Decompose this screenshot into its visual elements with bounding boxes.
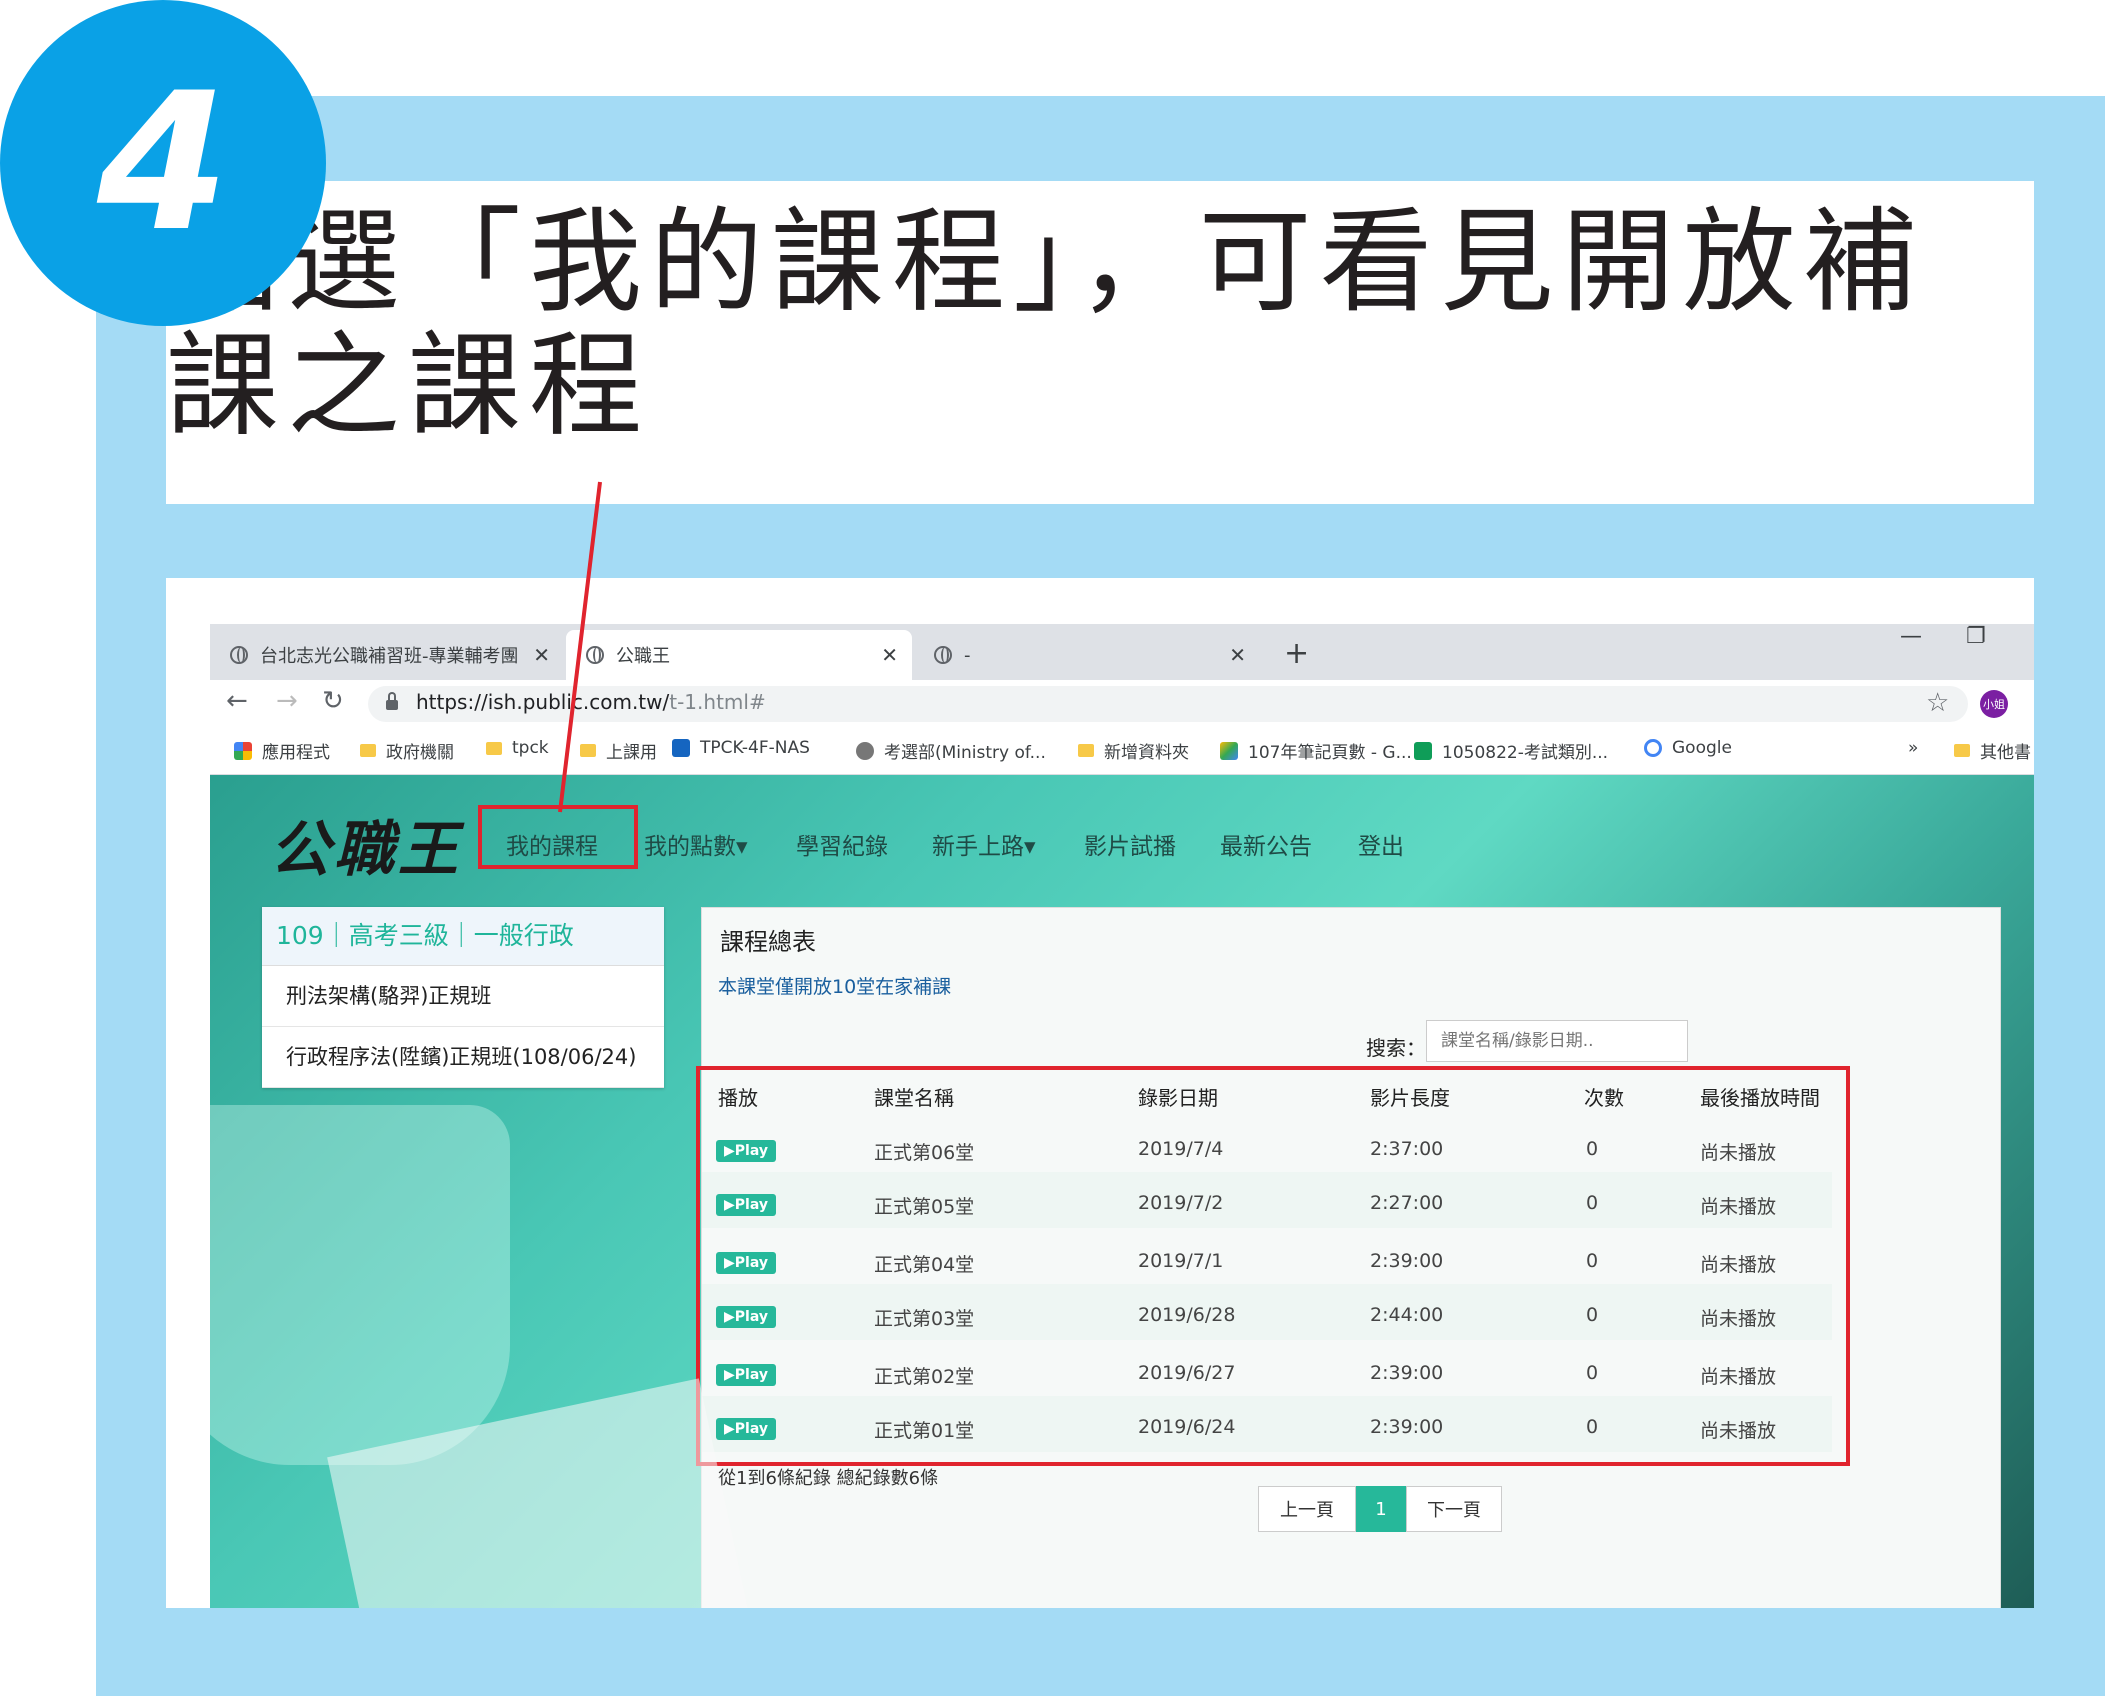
nav-my-points[interactable]: 我的點數▾ [644, 827, 748, 861]
sidebar-header: 109｜高考三級｜一般行政 [262, 907, 664, 966]
browser-tab-2[interactable]: 公職王 ✕ [566, 630, 912, 680]
site-page: 公職王 我的課程 我的點數▾ 學習紀錄 新手上路▾ 影片試播 最新公告 登出 1… [210, 775, 2034, 1608]
google-icon [1644, 739, 1662, 757]
google-drive-icon [1220, 741, 1238, 760]
bookmark-folder[interactable]: 政府機關 [360, 738, 454, 763]
bookmark-folder[interactable]: tpck [486, 738, 549, 758]
current-page-button[interactable]: 1 [1356, 1486, 1406, 1532]
close-tab-icon[interactable]: ✕ [533, 643, 550, 667]
sidebar-course-item[interactable]: 刑法架構(駱羿)正規班 [262, 966, 664, 1027]
step-number: 4 [96, 52, 230, 273]
folder-icon [580, 744, 596, 757]
nav-latest-news[interactable]: 最新公告 [1220, 827, 1312, 861]
folder-icon [486, 741, 502, 755]
records-info: 從1到6條紀錄 總紀錄數6條 [718, 1468, 939, 1489]
highlight-my-courses [478, 805, 638, 869]
course-panel: 課程總表 本課堂僅開放10堂在家補課 搜索： 播放 課堂名稱 錄影日期 影片長度… [696, 907, 2001, 1608]
nav-logout[interactable]: 登出 [1358, 827, 1404, 861]
minimize-icon[interactable]: — [1900, 624, 1922, 649]
instruction-line-1: 點選「我的課程」，可看見開放補 [166, 196, 1925, 328]
bookmark-nas[interactable]: TPCK-4F-NAS [672, 738, 810, 758]
browser-tab-1[interactable]: 台北志光公職補習班-專業輔考團 ✕ [210, 630, 564, 680]
url-text[interactable]: https://ish.public.com.tw/t-1.html# [416, 690, 766, 714]
next-page-button[interactable]: 下一頁 [1406, 1486, 1502, 1532]
globe-icon [230, 646, 248, 664]
globe-icon [934, 646, 952, 664]
prev-page-button[interactable]: 上一頁 [1258, 1486, 1356, 1532]
nav-video-trial[interactable]: 影片試播 [1084, 827, 1176, 861]
search-input[interactable] [1426, 1020, 1688, 1062]
new-tab-icon[interactable]: + [1284, 636, 1309, 671]
back-icon[interactable]: ← [226, 686, 248, 716]
tab-title: 公職王 [616, 646, 670, 667]
screenshot-panel: 台北志光公職補習班-專業輔考團 ✕ 公職王 ✕ - ✕ + — ❐ ← → ↻ … [166, 578, 2034, 1608]
nas-icon [672, 739, 690, 757]
ministry-icon [856, 741, 874, 760]
tab-strip: 台北志光公職補習班-專業輔考團 ✕ 公職王 ✕ - ✕ [210, 624, 2034, 680]
bookmark-google[interactable]: Google [1644, 738, 1732, 758]
apps-grid-icon [234, 741, 252, 760]
instruction-text: 點選「我的課程」，可看見開放補 課之課程 [166, 200, 2006, 448]
profile-avatar[interactable]: 小姐 [1980, 690, 2008, 718]
highlight-course-table [696, 1066, 1850, 1466]
bookmark-star-icon[interactable]: ☆ [1926, 688, 1949, 718]
bookmark-ministry[interactable]: 考選部(Ministry of... [856, 738, 1046, 763]
instruction-line-2: 課之課程 [166, 320, 650, 452]
globe-icon [586, 646, 604, 664]
folder-icon [1078, 744, 1094, 757]
bookmark-folder[interactable]: 新增資料夾 [1078, 738, 1189, 763]
bookmark-drive[interactable]: 107年筆記頁數 - G... [1220, 738, 1412, 763]
bookmark-apps[interactable]: 應用程式 [234, 738, 330, 763]
panel-title: 課程總表 [720, 928, 816, 956]
nav-getting-started[interactable]: 新手上路▾ [932, 827, 1036, 861]
tab-title: 台北志光公職補習班-專業輔考團 [260, 646, 519, 667]
course-sidebar: 109｜高考三級｜一般行政 刑法架構(駱羿)正規班 行政程序法(陞鑌)正規班(1… [262, 907, 664, 1088]
reload-icon[interactable]: ↻ [322, 686, 344, 716]
restore-icon[interactable]: ❐ [1966, 624, 1986, 649]
tab-title: - [964, 644, 971, 666]
site-logo[interactable]: 公職王 [270, 801, 462, 888]
more-chevron-icon: » [1908, 738, 1919, 758]
folder-icon [1954, 744, 1970, 757]
bookmark-sheets[interactable]: 1050822-考試類別... [1414, 738, 1608, 763]
google-sheets-icon [1414, 741, 1432, 760]
forward-icon[interactable]: → [276, 686, 298, 716]
bookmarks-overflow[interactable]: » [1908, 738, 1918, 758]
lock-icon [386, 692, 398, 710]
search-label: 搜索： [1366, 1036, 1426, 1060]
bookmark-folder[interactable]: 上課用 [580, 738, 657, 763]
close-tab-icon[interactable]: ✕ [1229, 643, 1246, 667]
step-badge: 4 [0, 0, 326, 326]
close-tab-icon[interactable]: ✕ [881, 643, 898, 667]
sidebar-course-item[interactable]: 行政程序法(陞鑌)正規班(108/06/24) [262, 1027, 664, 1088]
bookmark-other[interactable]: 其他書 [1954, 738, 2031, 763]
nav-learning-record[interactable]: 學習紀錄 [796, 827, 888, 861]
folder-icon [360, 744, 376, 757]
makeup-notice: 本課堂僅開放10堂在家補課 [718, 976, 952, 998]
browser-tab-3[interactable]: - ✕ [914, 630, 1260, 680]
